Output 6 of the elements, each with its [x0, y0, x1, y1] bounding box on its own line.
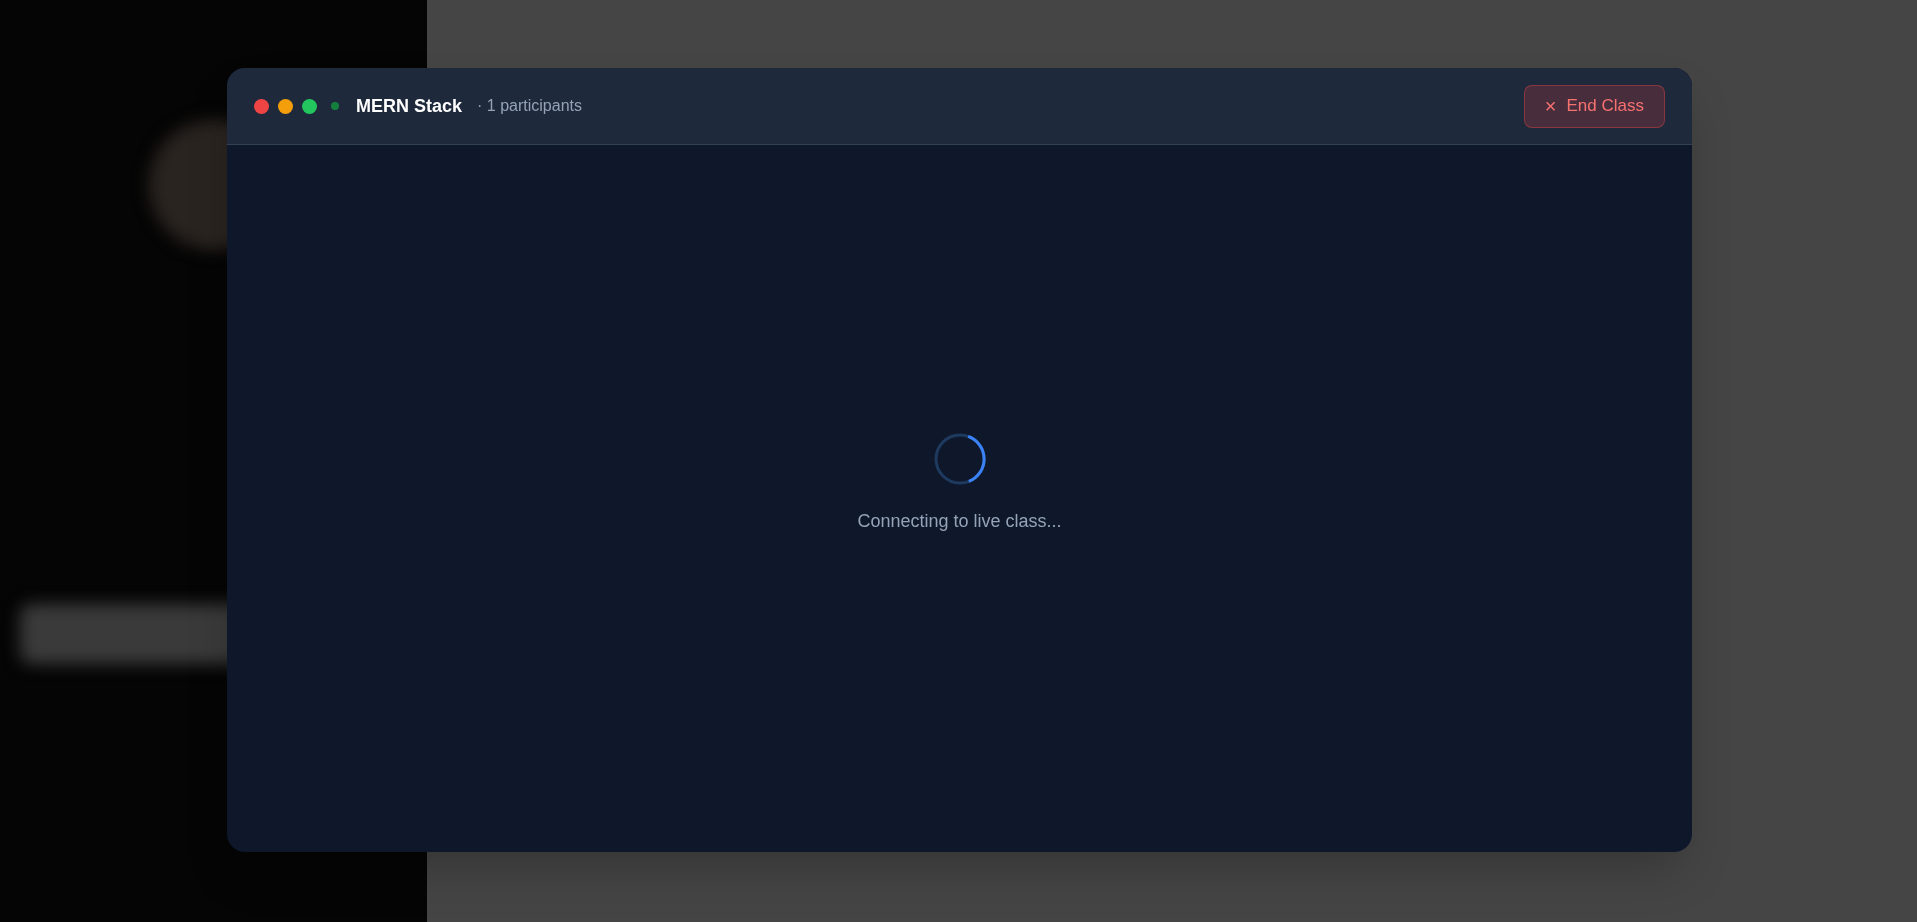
- connecting-message: Connecting to live class...: [857, 510, 1062, 533]
- participant-count: · 1 participants: [477, 96, 582, 116]
- close-icon: ×: [1544, 96, 1557, 116]
- end-class-button[interactable]: × End Class: [1523, 84, 1665, 128]
- class-title: MERN Stack: [356, 94, 463, 118]
- loading-spinner-icon: [932, 432, 987, 486]
